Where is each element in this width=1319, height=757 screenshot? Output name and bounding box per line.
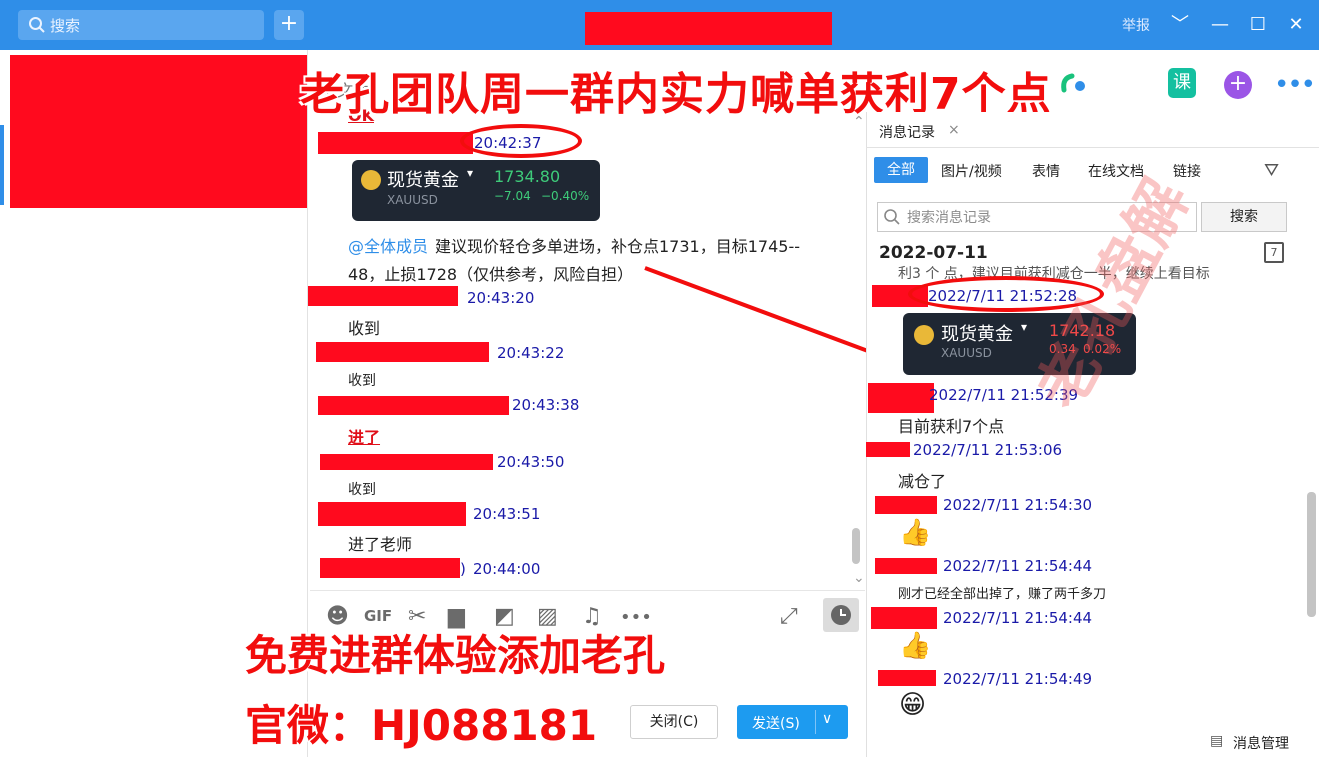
- redacted-sender: [320, 454, 493, 470]
- redacted-sender: [316, 342, 489, 362]
- redacted-sender: [318, 132, 473, 154]
- gold-name: 现货黄金: [387, 170, 459, 191]
- message-time: 20:43:38: [512, 396, 580, 414]
- search-button[interactable]: 搜索: [1201, 202, 1287, 232]
- thumbs-up-icon: 👍: [899, 518, 932, 548]
- redacted-sender: [868, 383, 934, 413]
- minimize-button[interactable]: —: [1205, 10, 1235, 40]
- selected-indicator: [0, 125, 4, 205]
- paren-text: ): [460, 560, 466, 578]
- message-time: 20:44:00: [473, 560, 541, 578]
- redacted-conversation[interactable]: [10, 55, 307, 208]
- filter-icon[interactable]: ⛛: [1264, 160, 1279, 181]
- message-text: 48，止损1728（仅供参考，风险自担）: [348, 265, 634, 284]
- redacted-sender: [875, 496, 937, 514]
- close-window-button[interactable]: ✕: [1281, 10, 1311, 40]
- message-time: 2022/7/11 21:54:30: [943, 496, 1093, 514]
- redacted-window-title: [585, 12, 832, 45]
- message-time: 20:43:22: [497, 344, 565, 362]
- chat-manage-icon: ▤: [1210, 733, 1224, 749]
- more-icon[interactable]: •••: [1274, 70, 1316, 100]
- message-text: 收到: [348, 482, 376, 498]
- course-icon[interactable]: 课: [1168, 68, 1196, 98]
- message-text: 进了: [348, 428, 381, 447]
- maximize-button[interactable]: ☐: [1243, 10, 1273, 40]
- chat-message-area: OK ⌃ 20:42:37 现货黄金 ▾ XAUUSD 1734.80 −7.0…: [308, 106, 865, 590]
- message-text: 目前获利7个点: [898, 417, 1005, 436]
- filter-media[interactable]: 图片/视频: [941, 161, 1002, 181]
- search-icon: [29, 17, 45, 33]
- calendar-icon[interactable]: 7: [1264, 242, 1284, 263]
- redacted-sender: [871, 607, 937, 629]
- gold-symbol: XAUUSD: [941, 346, 992, 360]
- message-management-link[interactable]: 消息管理: [1233, 733, 1289, 753]
- redacted-sender: [320, 558, 460, 578]
- caret-down-icon: ▾: [1021, 320, 1028, 334]
- redacted-sender: [318, 396, 509, 415]
- message-time: 20:43:50: [497, 453, 565, 471]
- chevron-down-icon[interactable]: ∨: [822, 711, 832, 727]
- app-icon[interactable]: [1058, 70, 1088, 98]
- highlight-circle: [460, 124, 582, 158]
- history-scrollbar[interactable]: [1307, 492, 1316, 617]
- redacted-sender: [878, 670, 936, 686]
- clock-icon: [831, 605, 851, 625]
- grin-icon: 😁: [899, 690, 927, 720]
- filter-all[interactable]: 全部: [874, 157, 928, 183]
- gold-icon: [361, 170, 381, 190]
- gold-price: 1734.80: [494, 167, 561, 186]
- search-placeholder: 搜索消息记录: [907, 210, 991, 226]
- add-button[interactable]: +: [274, 10, 304, 40]
- mention-all[interactable]: @全体成员: [348, 233, 428, 257]
- close-button[interactable]: 关闭(C): [630, 705, 718, 739]
- plus-icon[interactable]: +: [1224, 71, 1252, 99]
- filter-emoji[interactable]: 表情: [1032, 161, 1060, 181]
- collapse-down-icon[interactable]: ⌄: [853, 570, 865, 586]
- tab-label: 消息记录: [879, 125, 935, 141]
- message-text: 收到: [348, 319, 381, 338]
- message-time: 2022/7/11 21:54:44: [943, 609, 1093, 627]
- message-text: 建议现价轻仓多单进场，补仓点1731，目标1745--: [435, 237, 800, 256]
- gold-symbol: XAUUSD: [387, 193, 438, 207]
- caret-down-icon: ▾: [467, 166, 474, 180]
- promo-text: 官微：HJ088181: [245, 701, 598, 750]
- message-text: 减仓了: [898, 472, 947, 491]
- message-time: 2022/7/11 21:53:06: [913, 441, 1063, 459]
- search-icon: [884, 209, 900, 225]
- divider: [866, 147, 1319, 148]
- expand-icon[interactable]: ⤢: [780, 604, 798, 629]
- history-date: 2022-07-11: [879, 243, 988, 263]
- message-time: 2022/7/11 21:54:44: [943, 557, 1093, 575]
- gold-percent: −0.40%: [541, 189, 590, 203]
- chevron-down-icon[interactable]: ﹀: [1165, 10, 1195, 40]
- message-text: 收到: [348, 373, 376, 389]
- redacted-sender: [318, 502, 466, 526]
- chat-scrollbar[interactable]: [852, 528, 860, 564]
- message-text: 进了老师: [348, 535, 413, 554]
- thumbs-up-icon: 👍: [899, 631, 932, 661]
- close-icon[interactable]: ×: [948, 122, 960, 138]
- gold-icon: [914, 325, 934, 345]
- gold-change: −7.04: [494, 189, 531, 203]
- redacted-sender: [866, 442, 910, 457]
- search-placeholder: 搜索: [50, 17, 81, 35]
- redacted-sender: [875, 558, 937, 574]
- report-button[interactable]: 举报: [1122, 15, 1150, 35]
- gold-quote-card[interactable]: 现货黄金 ▾ XAUUSD 1734.80 −7.04 −0.40%: [352, 160, 600, 221]
- redacted-sender: [308, 286, 458, 306]
- message-time: 20:43:51: [473, 505, 541, 523]
- history-button[interactable]: [823, 598, 859, 632]
- promo-text: 免费进群体验添加老孔: [245, 631, 666, 680]
- message-time: 20:43:20: [467, 289, 535, 307]
- message-time: 2022/7/11 21:54:49: [943, 670, 1093, 688]
- filter-links[interactable]: 链接: [1173, 161, 1201, 181]
- message-text: 刚才已经全部出掉了，赚了两千多刀: [898, 587, 1107, 602]
- send-divider: [815, 710, 816, 734]
- send-label: 发送(S): [752, 716, 800, 732]
- gold-name: 现货黄金: [941, 324, 1013, 345]
